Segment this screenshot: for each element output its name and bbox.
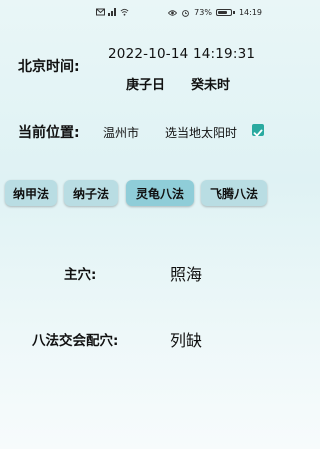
system-status: 73% 14:19	[168, 8, 262, 17]
paired-point-label: 八法交会配穴:	[32, 333, 119, 349]
check-icon	[253, 129, 263, 137]
solar-time-checkbox[interactable]	[252, 124, 264, 137]
linggui-method-button[interactable]: 灵龟八法	[126, 180, 194, 206]
ganzhi-day: 庚子日	[126, 78, 166, 93]
beijing-datetime: 2022-10-14 14:19:31	[108, 46, 256, 62]
battery-percent: 73%	[194, 8, 212, 17]
signal-icon	[108, 8, 116, 16]
battery-icon	[215, 9, 235, 16]
alarm-icon	[182, 9, 190, 17]
nazi-method-button[interactable]: 纳子法	[64, 180, 118, 206]
paired-point-value: 列缺	[170, 331, 203, 350]
notification-icons	[96, 8, 129, 16]
eye-icon	[168, 9, 178, 16]
beijing-time-label: 北京时间:	[18, 59, 80, 75]
status-bar: 73% 14:19	[0, 0, 270, 22]
battery-fill	[217, 11, 227, 14]
main-point-label: 主穴:	[64, 267, 97, 283]
main-point-value: 照海	[170, 265, 203, 284]
solar-time-label[interactable]: 选当地太阳时	[165, 124, 237, 141]
najia-method-button[interactable]: 纳甲法	[5, 180, 57, 206]
feiteng-method-button[interactable]: 飞腾八法	[201, 180, 267, 206]
wifi-icon	[120, 8, 129, 16]
location-label: 当前位置:	[18, 125, 80, 141]
city-selector[interactable]: 温州市	[103, 124, 139, 141]
ganzhi-hour: 癸未时	[191, 78, 231, 93]
mail-icon	[96, 8, 105, 16]
status-time: 14:19	[238, 8, 262, 17]
